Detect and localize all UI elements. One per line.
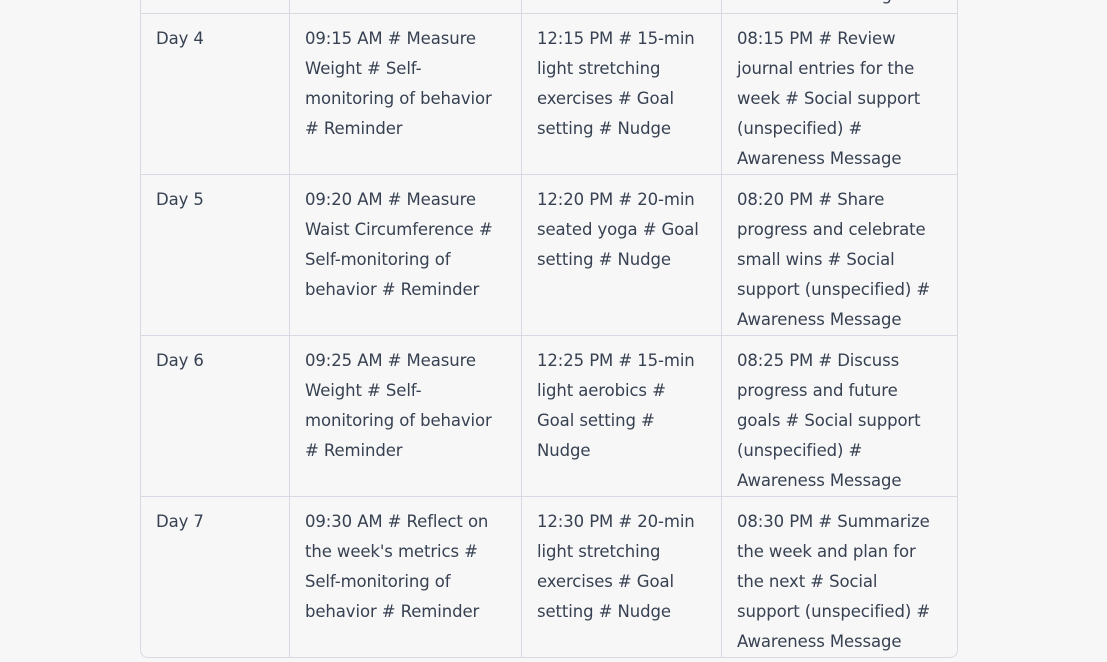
table-row: Day 7 09:30 AM # Reflect on the week's m… bbox=[141, 496, 957, 657]
morning-cell: 09:20 AM # Measure Waist Circumference #… bbox=[289, 175, 521, 335]
evening-cell: 08:15 PM # Review journal entries for th… bbox=[721, 14, 957, 174]
noon-cell: 12:15 PM # 15-min light stretching exerc… bbox=[521, 14, 721, 174]
day-cell: Day 4 bbox=[156, 29, 204, 48]
morning-cell: 09:30 AM # Reflect on the week's metrics… bbox=[289, 497, 521, 657]
table-cell bbox=[141, 0, 289, 13]
table-row: Day 5 09:20 AM # Measure Waist Circumfer… bbox=[141, 174, 957, 335]
table-row: Day 4 09:15 AM # Measure Weight # Self-m… bbox=[141, 13, 957, 174]
evening-cell: 08:30 PM # Summarize the week and plan f… bbox=[721, 497, 957, 657]
day-cell: Day 5 bbox=[156, 190, 204, 209]
table-cell bbox=[521, 0, 721, 13]
noon-cell: 12:25 PM # 15-min light aerobics # Goal … bbox=[521, 336, 721, 496]
noon-cell: 12:20 PM # 20-min seated yoga # Goal set… bbox=[521, 175, 721, 335]
day-cell: Day 7 bbox=[156, 512, 204, 531]
table-cell bbox=[289, 0, 521, 13]
table-row: Day 6 09:25 AM # Measure Weight # Self-m… bbox=[141, 335, 957, 496]
morning-cell: 09:25 AM # Measure Weight # Self-monitor… bbox=[289, 336, 521, 496]
evening-cell: 08:25 PM # Discuss progress and future g… bbox=[721, 336, 957, 496]
chat-response-area: Day 4 09:15 AM # Measure Weight # Self-m… bbox=[0, 0, 1107, 662]
schedule-table: Day 4 09:15 AM # Measure Weight # Self-m… bbox=[140, 0, 958, 658]
evening-cell: 08:20 PM # Share progress and celebrate … bbox=[721, 175, 957, 335]
noon-cell: 12:30 PM # 20-min light stretching exerc… bbox=[521, 497, 721, 657]
day-cell: Day 6 bbox=[156, 351, 204, 370]
morning-cell: 09:15 AM # Measure Weight # Self-monitor… bbox=[289, 14, 521, 174]
cut-off-cell-text: Awareness Message bbox=[736, 0, 902, 10]
